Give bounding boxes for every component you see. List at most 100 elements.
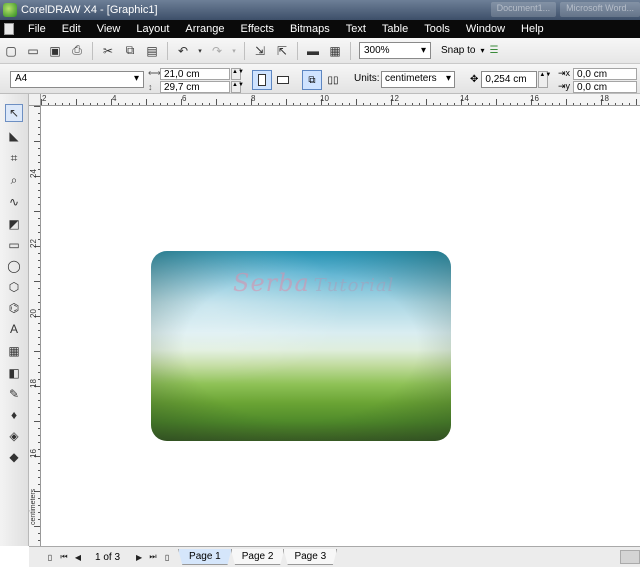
new-document-icon[interactable]: ▢ (2, 42, 20, 60)
application-launcher-icon[interactable]: ▬ (304, 42, 322, 60)
cut-icon[interactable]: ✂ (99, 42, 117, 60)
ruler-tick-label: 18 (600, 94, 609, 103)
vertical-ruler[interactable]: 24 22 20 18 16 (29, 106, 41, 546)
pick-tool-icon[interactable]: ↖ (5, 104, 23, 122)
ruler-tick-label: 4 (112, 94, 117, 103)
freehand-tool-icon[interactable]: ∿ (5, 193, 23, 211)
ruler-tick-label: 10 (320, 94, 329, 103)
rectangle-tool-icon[interactable]: ▭ (5, 236, 23, 254)
zoom-tool-icon[interactable]: ⌕ (5, 171, 23, 189)
options-icon[interactable]: ☰ (490, 45, 499, 56)
tab-label: Page 1 (189, 551, 221, 562)
menu-window[interactable]: Window (458, 23, 513, 35)
tab-page-1[interactable]: Page 1 (178, 549, 232, 565)
print-icon[interactable]: ⎙ (68, 42, 86, 60)
units-value: centimeters (385, 73, 437, 84)
menu-tools[interactable]: Tools (416, 23, 458, 35)
menu-layout[interactable]: Layout (128, 23, 177, 35)
next-page-icon[interactable]: ▶ (132, 550, 146, 564)
current-page-button[interactable]: ▯▯ (323, 70, 343, 90)
welcome-screen-icon[interactable]: ▦ (326, 42, 344, 60)
eyedropper-tool-icon[interactable]: ✎ (5, 385, 23, 403)
ruler-tick-label: 16 (530, 94, 539, 103)
basic-shapes-tool-icon[interactable]: ⌬ (5, 299, 23, 317)
menu-table[interactable]: Table (374, 23, 416, 35)
undo-dropdown-icon[interactable]: ▾ (196, 42, 204, 60)
page-width-input[interactable]: 21,0 cm (160, 67, 230, 80)
width-spinner[interactable]: ▲▼ (231, 67, 244, 80)
portrait-button[interactable] (252, 70, 272, 90)
current-page-icon: ▯▯ (327, 74, 339, 86)
outline-tool-icon[interactable]: ♦ (5, 406, 23, 424)
first-page-icon[interactable]: ⏮ (57, 550, 71, 564)
width-icon: ⟷ (148, 68, 161, 78)
units-select[interactable]: centimeters ▾ (381, 71, 455, 88)
horizontal-scrollbar[interactable] (620, 550, 640, 564)
duplicate-y-icon: ⇥y (558, 81, 571, 91)
redo-dropdown-icon[interactable]: ▾ (230, 42, 238, 60)
snap-to-label: Snap to (441, 45, 476, 56)
page-height-input[interactable]: 29,7 cm (160, 80, 230, 93)
background-taskbar-buttons: Document1... Microsoft Word... (440, 2, 640, 17)
export-icon[interactable]: ⇱ (273, 42, 291, 60)
tab-label: Page 3 (294, 551, 327, 562)
portrait-icon (258, 74, 266, 86)
document-icon[interactable] (4, 23, 14, 35)
menu-view[interactable]: View (89, 23, 129, 35)
menu-help[interactable]: Help (513, 23, 552, 35)
menu-bitmaps[interactable]: Bitmaps (282, 23, 338, 35)
taskbar-button-document[interactable]: Document1... (490, 2, 557, 17)
nudge-distance-input[interactable]: 0,254 cm (481, 71, 538, 88)
shape-tool-icon[interactable]: ◣ (5, 127, 23, 145)
zoom-level-select[interactable]: 300% ▾ (359, 42, 431, 59)
table-tool-icon[interactable]: ▦ (5, 342, 23, 360)
add-page-after-icon[interactable]: ▯ (160, 550, 174, 564)
tab-page-3[interactable]: Page 3 (283, 549, 338, 565)
menu-edit[interactable]: Edit (54, 23, 89, 35)
redo-icon[interactable]: ↷ (208, 42, 226, 60)
ellipse-tool-icon[interactable]: ◯ (5, 257, 23, 275)
drawing-canvas[interactable]: Serba Tutorial (41, 106, 640, 546)
ruler-origin[interactable] (29, 94, 41, 106)
watermark-text: Serba Tutorial (233, 269, 394, 297)
interactive-fill-tool-icon[interactable]: ◆ (5, 448, 23, 466)
nudge-icon: ✥ (470, 74, 479, 85)
nudge-spinner[interactable]: ▲▼ (538, 71, 551, 88)
save-icon[interactable]: ▣ (46, 42, 64, 60)
paste-icon[interactable]: ▤ (143, 42, 161, 60)
duplicate-y-input[interactable]: 0,0 cm (573, 80, 638, 93)
snap-to-dropdown[interactable]: Snap to ▾ ☰ (441, 45, 498, 56)
crop-tool-icon[interactable]: ⌗ (5, 149, 23, 167)
import-icon[interactable]: ⇲ (251, 42, 269, 60)
menu-arrange[interactable]: Arrange (177, 23, 232, 35)
taskbar-button-word[interactable]: Microsoft Word... (560, 2, 640, 17)
copy-icon[interactable]: ⧉ (121, 42, 139, 60)
tab-page-2[interactable]: Page 2 (230, 549, 285, 565)
height-spinner[interactable]: ▲▼ (231, 80, 244, 93)
duplicate-x-icon: ⇥x (558, 68, 571, 78)
all-pages-button[interactable]: ⧉ (302, 70, 322, 90)
ruler-tick-label: 18 (29, 379, 38, 388)
tab-label: Page 2 (241, 551, 274, 562)
page-size-select[interactable]: A4 ▾ (10, 71, 144, 88)
interactive-blend-tool-icon[interactable]: ◧ (5, 364, 23, 382)
card-background-image[interactable]: Serba Tutorial (151, 251, 451, 441)
text-tool-icon[interactable]: A (5, 320, 23, 338)
menu-text[interactable]: Text (338, 23, 374, 35)
page-size-value: A4 (15, 73, 28, 84)
landscape-button[interactable] (273, 70, 293, 90)
polygon-tool-icon[interactable]: ⬡ (5, 278, 23, 296)
smart-fill-tool-icon[interactable]: ◩ (5, 215, 23, 233)
menu-bar: File Edit View Layout Arrange Effects Bi… (0, 20, 640, 38)
duplicate-x-input[interactable]: 0,0 cm (573, 67, 638, 80)
add-page-before-icon[interactable]: ▯ (43, 550, 57, 564)
last-page-icon[interactable]: ⏭ (146, 550, 160, 564)
menu-effects[interactable]: Effects (233, 23, 282, 35)
previous-page-icon[interactable]: ◀ (71, 550, 85, 564)
menu-file[interactable]: File (20, 23, 54, 35)
horizontal-ruler[interactable]: 2 4 6 8 10 12 14 16 18 (41, 94, 640, 106)
open-folder-icon[interactable]: ▭ (24, 42, 42, 60)
undo-icon[interactable]: ↶ (174, 42, 192, 60)
fill-tool-icon[interactable]: ◈ (5, 427, 23, 445)
watermark-serba: Serba (233, 269, 310, 297)
